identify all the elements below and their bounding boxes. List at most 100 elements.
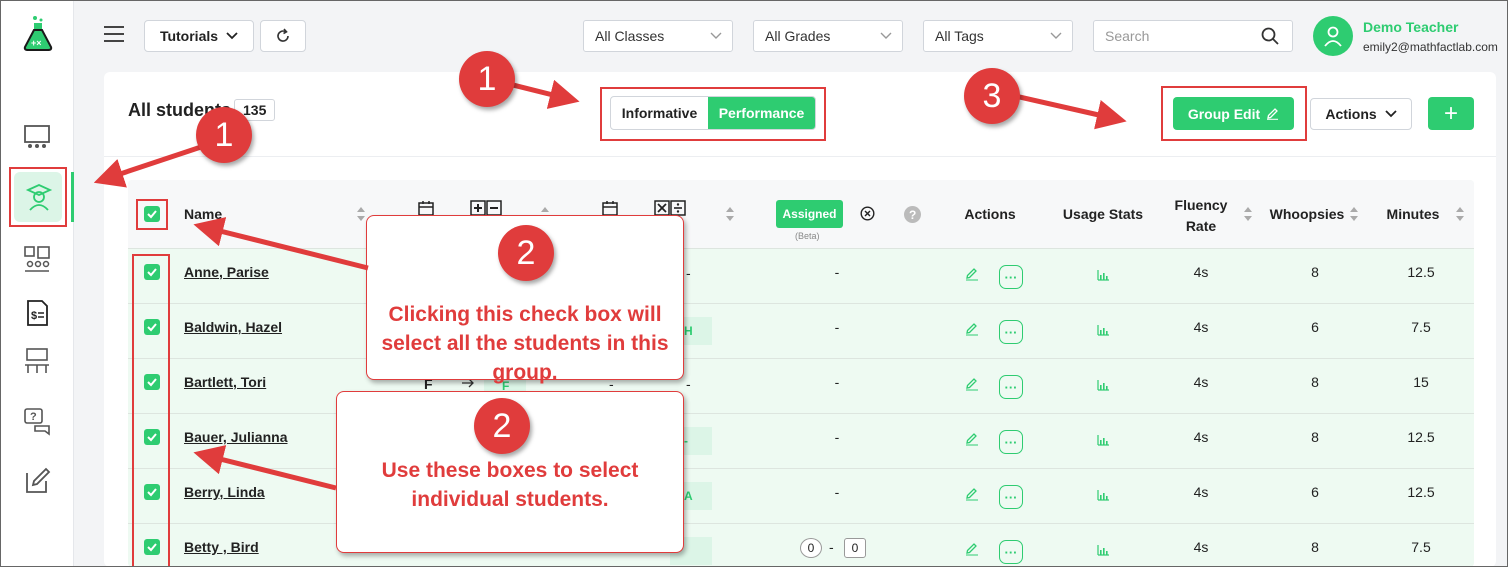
minutes-column-header[interactable]: Minutes [1382, 206, 1444, 222]
student-name-link[interactable]: Baldwin, Hazel [184, 319, 282, 335]
more-options-button[interactable]: ··· [999, 375, 1023, 399]
fluency-cell: 4s [1193, 539, 1209, 555]
multiply-divide-icon [654, 200, 686, 216]
count-box: 0 [844, 538, 866, 558]
student-name-link[interactable]: Bartlett, Tori [184, 374, 266, 390]
student-name-link[interactable]: Berry, Linda [184, 484, 265, 500]
row-divider [128, 523, 1474, 524]
edit-pencil-icon[interactable] [965, 542, 979, 556]
whoopsies-cell: 8 [1311, 264, 1319, 280]
edit-pencil-icon[interactable] [965, 267, 979, 281]
edit-pencil-icon[interactable] [965, 377, 979, 391]
whoopsies-cell: 8 [1311, 539, 1319, 555]
fluency-cell: 4s [1193, 264, 1209, 280]
more-options-button[interactable]: ··· [999, 485, 1023, 509]
card-divider [104, 156, 1496, 157]
count-circle: 0 [800, 538, 822, 558]
user-name: Demo Teacher [1363, 19, 1459, 35]
row-divider [128, 358, 1474, 359]
beta-label: (Beta) [795, 231, 820, 241]
grade-filter-value: All Grades [765, 28, 831, 44]
sort-name-icon[interactable] [357, 207, 365, 221]
sort-minutes-icon[interactable] [1456, 207, 1464, 221]
assigned-filter-badge[interactable]: Assigned [776, 200, 843, 228]
chevron-down-icon [880, 32, 892, 39]
annotation-marker-1-top: 1 [459, 51, 515, 107]
assigned-cell: - [834, 319, 840, 335]
svg-text:?: ? [30, 411, 37, 423]
partial-cell: - [686, 376, 691, 392]
class-filter-select[interactable]: All Classes [583, 20, 733, 52]
bar-chart-icon[interactable] [1097, 490, 1109, 501]
callout-select-all-text: Clicking this check box will select all … [381, 303, 669, 384]
add-student-button[interactable]: + [1428, 97, 1474, 130]
class-filter-value: All Classes [595, 28, 665, 44]
name-column-header[interactable]: Name [184, 206, 222, 222]
assigned-cell: - [834, 264, 840, 280]
chevron-down-icon [710, 32, 722, 39]
row-divider [128, 468, 1474, 469]
student-name-link[interactable]: Bauer, Julianna [184, 429, 287, 445]
more-options-button[interactable]: ··· [999, 540, 1023, 564]
sidebar: +× $ ? [0, 0, 74, 567]
minutes-cell: 12.5 [1407, 429, 1435, 445]
report-document-icon[interactable]: $ [22, 298, 52, 328]
fluency-cell: 4s [1193, 429, 1209, 445]
sort-whoopsies-icon[interactable] [1350, 207, 1358, 221]
bar-chart-icon[interactable] [1097, 270, 1109, 281]
bar-chart-icon[interactable] [1097, 380, 1109, 391]
add-subtract-icon [470, 200, 502, 216]
class-groups-icon[interactable] [22, 244, 52, 274]
menu-hamburger-icon[interactable] [104, 26, 124, 44]
actions-label: Actions [1325, 106, 1377, 122]
edit-pencil-icon[interactable] [965, 432, 979, 446]
annotation-marker-3: 3 [964, 68, 1020, 124]
tutorials-dropdown[interactable]: Tutorials [144, 20, 254, 52]
annotation-box-nav [9, 167, 67, 227]
clear-circle-icon[interactable] [860, 206, 875, 221]
refresh-icon [277, 28, 289, 42]
whoopsies-column-header[interactable]: Whoopsies [1268, 206, 1346, 222]
avatar[interactable] [1313, 16, 1353, 56]
fluency-cell: 4s [1193, 374, 1209, 390]
edit-note-icon[interactable] [22, 466, 52, 496]
search-icon[interactable] [1261, 27, 1279, 45]
sort-fluency-icon[interactable] [1244, 207, 1252, 221]
search-placeholder: Search [1105, 28, 1150, 44]
annotation-marker-1-left: 1 [196, 107, 252, 163]
student-name-link[interactable]: Anne, Parise [184, 264, 269, 280]
assigned-cell: - [834, 429, 840, 445]
help-icon[interactable]: ? [904, 206, 921, 223]
add-label: + [1443, 99, 1458, 127]
annotation-marker-2-lower: 2 [474, 398, 530, 454]
presentation-board-icon[interactable] [22, 122, 52, 152]
user-icon [1324, 26, 1342, 47]
actions-dropdown[interactable]: Actions [1310, 98, 1412, 130]
sort-multdiv-icon[interactable] [726, 207, 734, 221]
fluency-cell: 4s [1193, 319, 1209, 335]
svg-text:?: ? [909, 208, 916, 222]
bar-chart-icon[interactable] [1097, 545, 1109, 556]
more-options-button[interactable]: ··· [999, 265, 1023, 289]
bar-chart-icon[interactable] [1097, 325, 1109, 336]
whoopsies-cell: 8 [1311, 374, 1319, 390]
partial-cell: - [829, 539, 834, 555]
classroom-desk-icon[interactable] [22, 346, 52, 376]
edit-pencil-icon[interactable] [965, 487, 979, 501]
more-options-button[interactable]: ··· [999, 320, 1023, 344]
help-chat-icon[interactable]: ? [22, 406, 52, 436]
annotation-box-select-all [136, 199, 168, 230]
actions-column-header: Actions [964, 206, 1016, 222]
minutes-cell: 15 [1413, 374, 1429, 390]
row-divider [128, 413, 1474, 414]
fluency-rate-column-header[interactable]: Fluency Rate [1172, 195, 1230, 237]
refresh-button[interactable] [260, 20, 306, 52]
edit-pencil-icon[interactable] [965, 322, 979, 336]
grade-filter-select[interactable]: All Grades [753, 20, 903, 52]
flask-logo-icon[interactable]: +× [22, 14, 54, 52]
bar-chart-icon[interactable] [1097, 435, 1109, 446]
chevron-down-icon [1050, 32, 1062, 39]
more-options-button[interactable]: ··· [999, 430, 1023, 454]
student-name-link[interactable]: Betty , Bird [184, 539, 259, 555]
tag-filter-select[interactable]: All Tags [923, 20, 1073, 52]
